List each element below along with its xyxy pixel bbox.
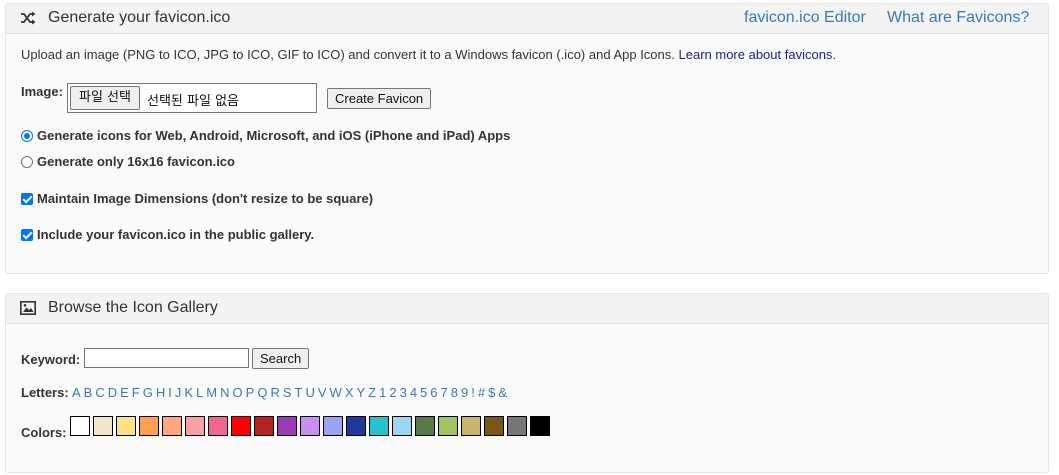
letter-link[interactable]: P [246,385,255,400]
generate-panel: Generate your favicon.ico favicon.ico Ed… [5,3,1049,274]
color-swatch[interactable] [484,416,504,436]
option-web-apps[interactable]: Generate icons for Web, Android, Microso… [21,128,510,143]
letter-link[interactable]: R [270,385,279,400]
letter-link[interactable]: 3 [400,385,407,400]
letter-link[interactable]: ! [471,385,475,400]
letter-link[interactable]: H [156,385,165,400]
letter-link[interactable]: 6 [430,385,437,400]
letter-link[interactable]: X [345,385,354,400]
description-text: Upload an image (PNG to ICO, JPG to ICO,… [21,47,679,62]
picture-icon [20,301,36,315]
color-swatch[interactable] [277,416,297,436]
color-swatches [70,416,550,436]
file-input[interactable]: 파일 선택 선택된 파일 없음 [67,83,317,113]
letter-link[interactable]: 1 [379,385,386,400]
colors-label: Colors: [21,425,67,440]
color-swatch[interactable] [162,416,182,436]
create-favicon-button[interactable]: Create Favicon [327,88,432,109]
color-swatch[interactable] [231,416,251,436]
letter-link[interactable]: C [95,385,104,400]
letter-link[interactable]: T [295,385,303,400]
generate-panel-title: Generate your favicon.ico [48,9,231,26]
color-swatch[interactable] [346,416,366,436]
option-maintain-dimensions-checkbox[interactable] [21,192,33,205]
letters-label: Letters: [21,385,69,400]
option-public-gallery-checkbox[interactable] [21,228,33,241]
letter-link[interactable]: F [132,385,140,400]
description: Upload an image (PNG to ICO, JPG to ICO,… [21,47,836,62]
color-swatch[interactable] [323,416,343,436]
letter-link[interactable]: 9 [461,385,468,400]
color-swatch[interactable] [139,416,159,436]
letter-link[interactable]: & [498,385,507,400]
option-web-apps-label: Generate icons for Web, Android, Microso… [37,128,511,143]
image-label: Image: [21,84,63,99]
letter-link[interactable]: $ [488,385,495,400]
color-swatch[interactable] [369,416,389,436]
letter-link[interactable]: # [478,385,485,400]
letter-link[interactable]: M [206,385,217,400]
letter-link[interactable]: N [220,385,229,400]
file-status: 선택된 파일 없음 [147,94,239,109]
letter-link[interactable]: 4 [410,385,417,400]
image-label-text: Image: [21,84,63,99]
letter-link[interactable]: G [143,385,153,400]
letter-link[interactable]: W [330,385,342,400]
letter-link[interactable]: 8 [451,385,458,400]
letter-link[interactable]: I [168,385,172,400]
color-swatch[interactable] [415,416,435,436]
letter-link[interactable]: O [233,385,243,400]
option-16x16[interactable]: Generate only 16x16 favicon.ico [21,154,235,169]
letter-link[interactable]: A [72,385,81,400]
gallery-panel: Browse the Icon Gallery Keyword: Search … [5,293,1049,473]
gallery-panel-title: Browse the Icon Gallery [48,299,218,316]
gallery-panel-header: Browse the Icon Gallery [6,294,1048,324]
letter-link[interactable]: L [196,385,203,400]
letter-link[interactable]: Y [356,385,365,400]
letter-link[interactable]: B [84,385,93,400]
option-public-gallery-label: Include your favicon.ico in the public g… [37,227,315,242]
color-swatch[interactable] [208,416,228,436]
letter-link[interactable]: 5 [420,385,427,400]
letter-link[interactable]: J [175,385,182,400]
option-16x16-radio[interactable] [21,155,33,168]
color-swatch[interactable] [185,416,205,436]
letter-link[interactable]: U [305,385,314,400]
what-are-favicons-link[interactable]: What are Favicons? [887,9,1029,27]
letter-link[interactable]: D [108,385,117,400]
search-button[interactable]: Search [252,348,310,369]
color-swatch[interactable] [300,416,320,436]
color-swatch[interactable] [392,416,412,436]
letter-link[interactable]: S [283,385,292,400]
color-swatch[interactable] [116,416,136,436]
color-swatch[interactable] [461,416,481,436]
color-swatch[interactable] [507,416,527,436]
color-swatch[interactable] [93,416,113,436]
keyword-label: Keyword: [21,352,81,367]
generate-panel-header: Generate your favicon.ico favicon.ico Ed… [6,4,1048,34]
choose-file-button[interactable]: 파일 선택 [70,86,140,110]
keyword-input[interactable] [84,348,249,368]
option-16x16-label: Generate only 16x16 favicon.ico [37,154,235,169]
shuffle-icon [21,11,36,25]
letter-link[interactable]: Z [368,385,376,400]
letter-link[interactable]: K [184,385,193,400]
color-swatch[interactable] [70,416,90,436]
letter-link[interactable]: Q [257,385,267,400]
description-suffix: . [832,47,837,62]
letter-link[interactable]: 2 [389,385,396,400]
color-swatch[interactable] [254,416,274,436]
option-maintain-dimensions[interactable]: Maintain Image Dimensions (don't resize … [21,191,373,206]
color-swatch[interactable] [438,416,458,436]
favicon-editor-link[interactable]: favicon.ico Editor [744,9,866,27]
option-maintain-dimensions-label: Maintain Image Dimensions (don't resize … [37,191,374,206]
learn-more-link[interactable]: Learn more about favicons [679,47,833,62]
letter-link[interactable]: E [120,385,129,400]
letters-list: A B C D E F G H I J K L M N O P Q R S T U V W X Y Z 1 2 3 4 5 6 7 8 9! # $ & [72,385,510,400]
color-swatch[interactable] [530,416,550,436]
option-public-gallery[interactable]: Include your favicon.ico in the public g… [21,227,314,242]
option-web-apps-radio[interactable] [21,129,33,142]
letter-link[interactable]: V [318,385,327,400]
letter-link[interactable]: 7 [441,385,448,400]
